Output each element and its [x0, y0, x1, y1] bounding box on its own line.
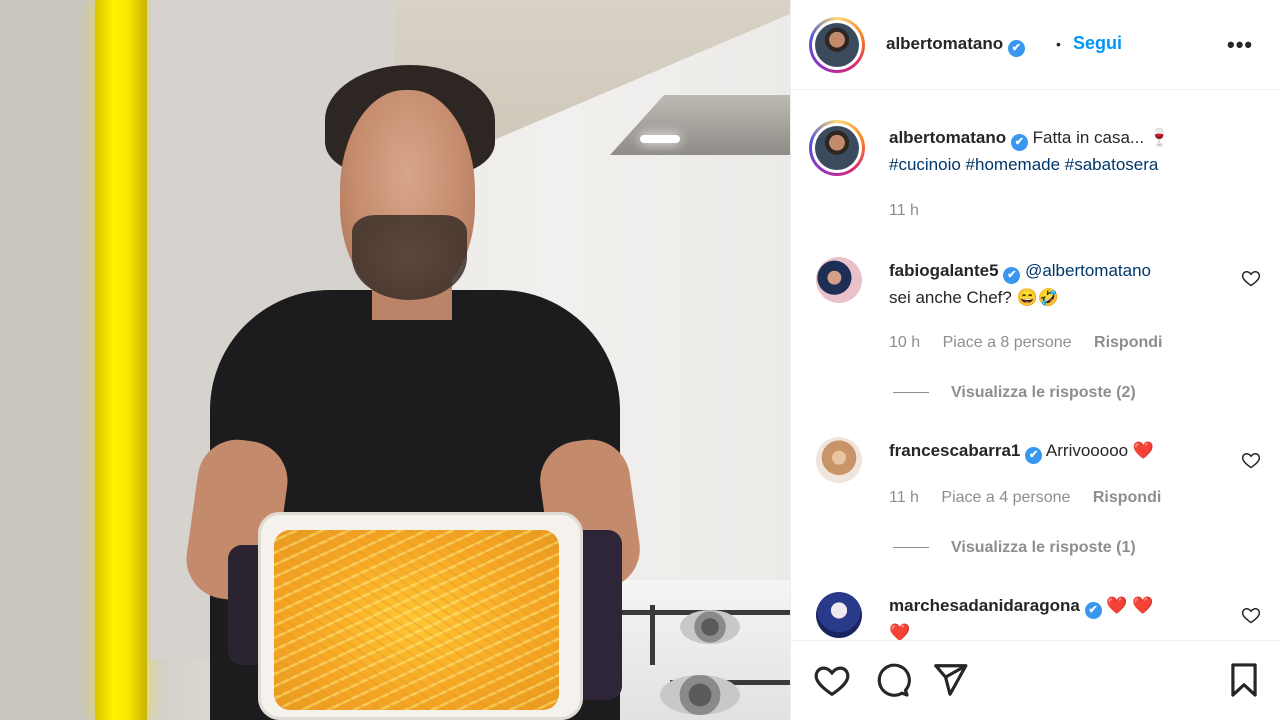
bookmark-icon[interactable]	[1225, 661, 1263, 699]
photo-baked-pasta	[274, 530, 559, 710]
post-action-bar	[791, 640, 1280, 720]
comment-like-heart-icon[interactable]	[1241, 450, 1261, 470]
separator-dot: •	[1056, 36, 1061, 52]
post-photo[interactable]	[0, 0, 790, 720]
photo-range-hood	[610, 95, 790, 155]
comment-username[interactable]: fabiogalante5	[889, 261, 999, 280]
comment-username[interactable]: marchesadanidaragona	[889, 596, 1080, 615]
more-options-icon[interactable]: •••	[1227, 32, 1253, 58]
caption-author-avatar[interactable]	[809, 120, 865, 176]
comment-likes-count[interactable]: Piace a 8 persone	[943, 334, 1072, 351]
photo-wall	[0, 0, 100, 720]
caption-timestamp[interactable]: 11 h	[889, 202, 919, 220]
author-username-text[interactable]: albertomatano	[886, 34, 1003, 53]
comment-text-overflow: ❤️	[889, 623, 911, 640]
paper-plane-icon[interactable]	[931, 661, 969, 699]
view-replies-label[interactable]: Visualizza le risposte (2)	[951, 384, 1136, 401]
comment-timestamp[interactable]: 11 h	[889, 489, 919, 506]
photo-person-beard	[352, 215, 467, 300]
view-replies-button[interactable]: Visualizza le risposte (2)	[893, 384, 1136, 402]
view-replies-label[interactable]: Visualizza le risposte (1)	[951, 539, 1136, 556]
photo-hood-light	[640, 135, 680, 143]
follow-button[interactable]: Segui	[1073, 33, 1122, 54]
comment-avatar[interactable]	[816, 592, 862, 638]
replies-divider	[893, 392, 929, 394]
comment-like-heart-icon[interactable]	[1241, 268, 1261, 288]
view-replies-button[interactable]: Visualizza le risposte (1)	[893, 539, 1136, 557]
comment-icon[interactable]	[873, 661, 911, 699]
photo-yellow-light-strip	[95, 0, 147, 720]
comment-timestamp[interactable]: 10 h	[889, 334, 920, 351]
comment-likes-count[interactable]: Piace a 4 persone	[941, 489, 1070, 506]
comment-text: sei anche Chef? 😄🤣	[889, 288, 1059, 307]
verified-badge-icon: ✔	[1084, 602, 1102, 619]
post-side-panel: albertomatano ✔ • Segui ••• albertomatan…	[790, 0, 1280, 720]
reply-button[interactable]: Rispondi	[1093, 489, 1161, 506]
replies-divider	[893, 547, 929, 549]
verified-badge-icon: ✔	[1010, 134, 1028, 151]
caption-username[interactable]: albertomatano	[889, 128, 1006, 147]
comment-text: Arrivooooo ❤️	[1045, 441, 1155, 460]
comment-text: ❤️ ❤️	[1106, 596, 1154, 615]
reply-button[interactable]: Rispondi	[1094, 334, 1162, 351]
caption: albertomatano ✔ Fatta in casa... 🍷 #cuci…	[889, 124, 1259, 178]
author-avatar[interactable]	[809, 17, 865, 73]
caption-hashtags[interactable]: #cucinoio #homemade #sabatosera	[889, 155, 1158, 174]
comment-mention[interactable]: @albertomatano	[1025, 261, 1151, 280]
comment-meta: 10 h Piace a 8 persone Rispondi	[889, 334, 1180, 352]
caption-text: Fatta in casa... 🍷	[1032, 128, 1170, 147]
comment-3-clip: marchesadanidaragona ✔ ❤️ ❤️ ❤️	[791, 585, 1280, 640]
author-username-header[interactable]: albertomatano ✔	[886, 34, 1025, 57]
verified-badge-icon: ✔	[1003, 267, 1021, 284]
verified-badge-icon: ✔	[1025, 447, 1043, 464]
comment-like-heart-icon[interactable]	[1241, 605, 1261, 625]
comment-body: marchesadanidaragona ✔ ❤️ ❤️ ❤️	[889, 592, 1234, 640]
comment-username[interactable]: francescabarra1	[889, 441, 1020, 460]
heart-icon[interactable]	[813, 661, 851, 699]
comment-avatar[interactable]	[816, 257, 862, 303]
comment-body: fabiogalante5 ✔ @albertomatano sei anche…	[889, 257, 1234, 311]
post-header: albertomatano ✔ • Segui •••	[791, 0, 1280, 90]
comment-body: francescabarra1 ✔ Arrivooooo ❤️	[889, 437, 1234, 464]
comment-avatar[interactable]	[816, 437, 862, 483]
verified-badge-icon: ✔	[1007, 40, 1025, 57]
comment-meta: 11 h Piace a 4 persone Rispondi	[889, 489, 1179, 507]
